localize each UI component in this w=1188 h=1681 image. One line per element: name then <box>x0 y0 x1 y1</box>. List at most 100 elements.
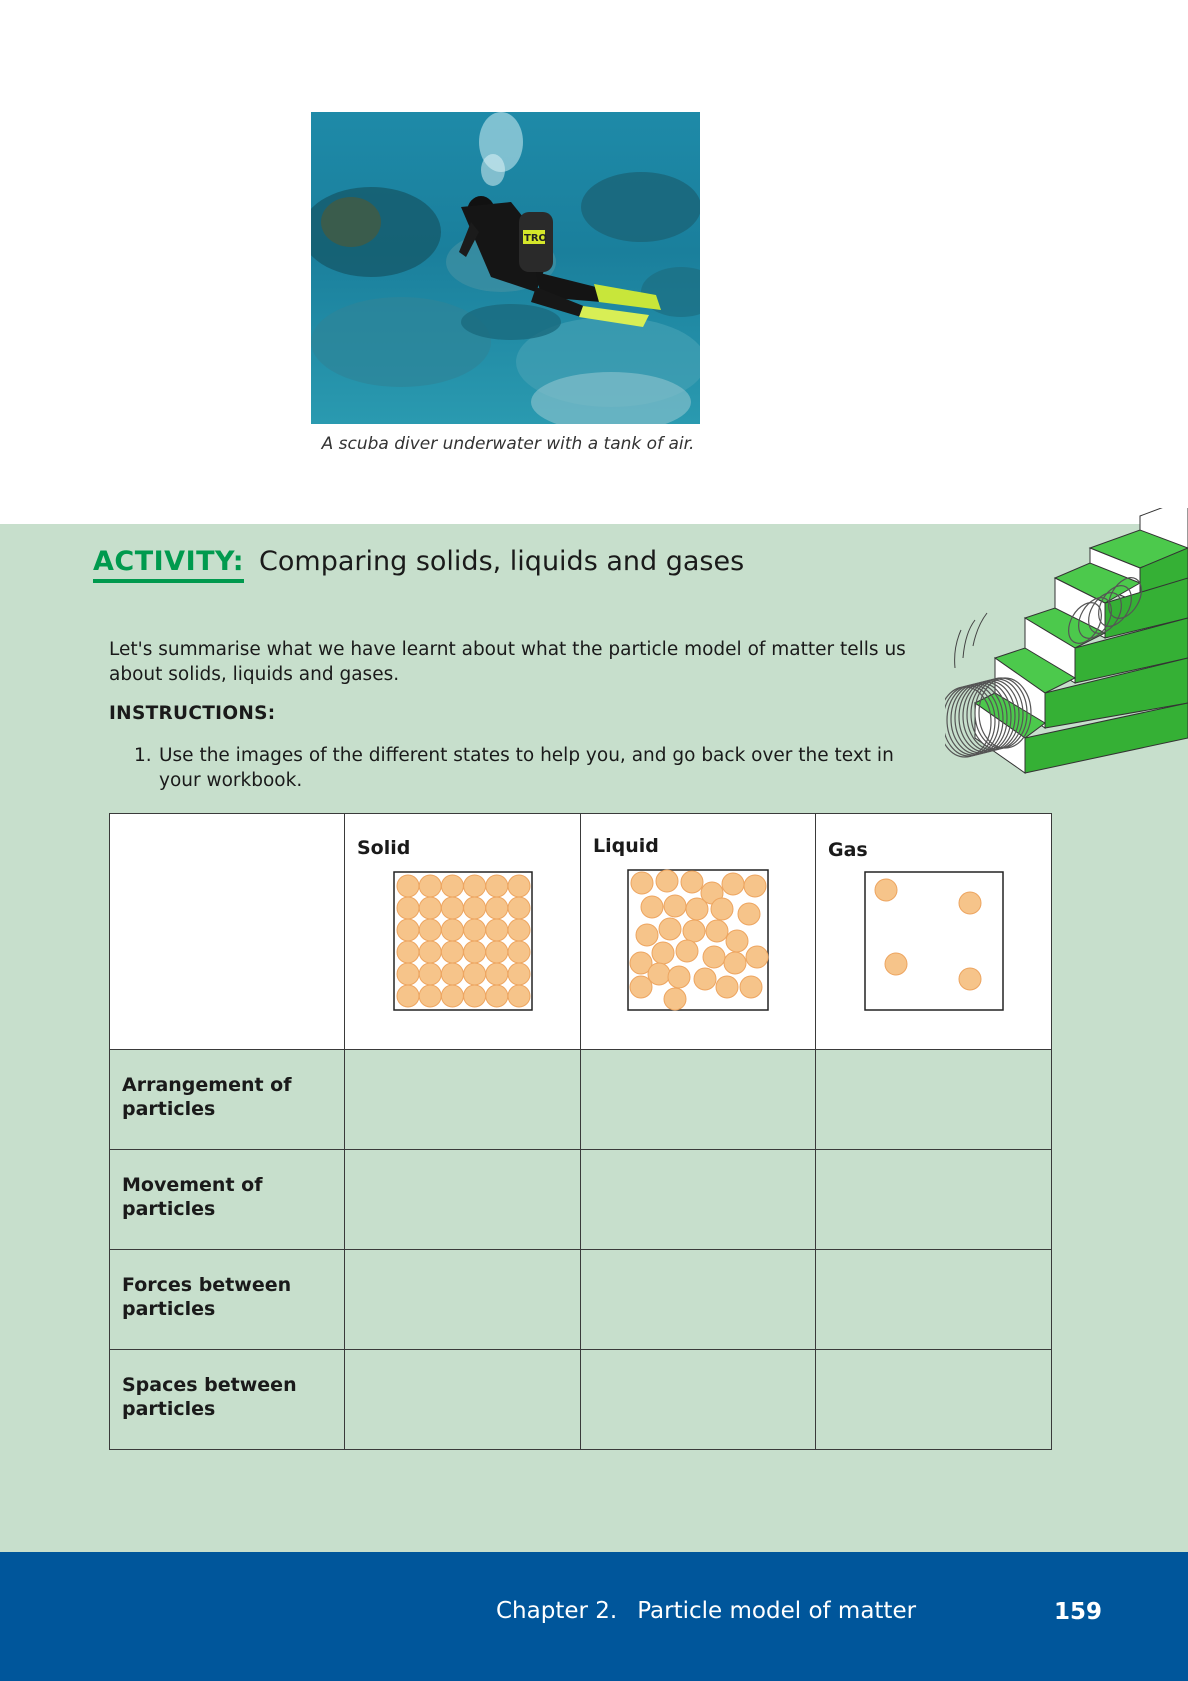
answer-cell-solid-arrangement[interactable] <box>344 1049 581 1150</box>
solid-particle <box>440 918 464 942</box>
solid-particle <box>440 874 464 898</box>
solid-particle <box>507 962 530 986</box>
solid-particle <box>396 962 419 986</box>
instructions-heading: INSTRUCTIONS: <box>109 703 276 724</box>
solid-particle <box>462 962 486 986</box>
solid-particle <box>440 940 464 964</box>
solid-particle <box>440 896 464 920</box>
table-row: Movement of particles <box>109 1149 1052 1250</box>
liquid-header-cell: Liquid <box>580 813 816 1050</box>
liquid-particle <box>682 919 706 943</box>
answer-cell-liquid-spaces[interactable] <box>580 1349 816 1450</box>
solid-particle <box>507 874 530 898</box>
footer-chapter: Chapter 2. Particle model of matter <box>496 1598 916 1624</box>
liquid-particle <box>745 945 769 969</box>
liquid-particle <box>629 975 653 999</box>
column-header-gas: Gas <box>828 839 868 861</box>
solid-particle <box>396 918 419 942</box>
activity-intro: Let's summarise what we have learnt abou… <box>109 639 906 685</box>
answer-cell-gas-arrangement[interactable] <box>815 1049 1052 1150</box>
liquid-particle <box>737 902 761 926</box>
liquid-particle <box>723 951 747 975</box>
liquid-particle <box>667 965 691 989</box>
answer-cell-liquid-forces[interactable] <box>580 1249 816 1350</box>
row-label-movement: Movement of particles <box>122 1174 263 1220</box>
liquid-particles-diagram <box>627 869 769 1011</box>
row-label-spaces: Spaces between particles <box>122 1374 297 1420</box>
answer-cell-solid-forces[interactable] <box>344 1249 581 1350</box>
liquid-particle <box>630 871 654 895</box>
liquid-particle <box>710 897 734 921</box>
solid-particle <box>484 874 508 898</box>
solid-particle <box>462 984 486 1008</box>
answer-cell-liquid-movement[interactable] <box>580 1149 816 1250</box>
solid-particles-diagram <box>392 871 533 1011</box>
solid-particle <box>507 896 530 920</box>
answer-cell-gas-spaces[interactable] <box>815 1349 1052 1450</box>
solid-particle <box>507 940 530 964</box>
solid-particle <box>418 962 442 986</box>
solid-particle <box>507 984 530 1008</box>
solid-particle <box>507 918 530 942</box>
solid-particle <box>462 940 486 964</box>
page-number: 159 <box>1054 1599 1103 1625</box>
liquid-particle <box>739 975 763 999</box>
solid-particle <box>462 918 486 942</box>
liquid-particle <box>658 917 682 941</box>
scuba-diver-photo: TRO <box>311 112 700 424</box>
gas-particle <box>958 891 981 915</box>
instruction-number: 1. <box>134 745 152 766</box>
liquid-particle <box>655 869 679 893</box>
row-label-cell: Arrangement of particles <box>109 1049 345 1150</box>
solid-particle <box>440 962 464 986</box>
solid-particle <box>462 874 486 898</box>
liquid-particle <box>635 923 659 947</box>
solid-particle <box>396 896 419 920</box>
solid-particle <box>440 984 464 1008</box>
solid-particle <box>418 984 442 1008</box>
solid-particle <box>484 962 508 986</box>
liquid-particle <box>640 895 664 919</box>
liquid-particle <box>685 897 709 921</box>
instruction-item: 1. Use the images of the different state… <box>134 743 894 793</box>
row-label-arrangement: Arrangement of particles <box>122 1074 292 1120</box>
liquid-particle <box>702 945 726 969</box>
solid-particle <box>462 896 486 920</box>
answer-cell-solid-movement[interactable] <box>344 1149 581 1250</box>
solid-particle <box>484 940 508 964</box>
table-header-row: Solid Liquid Gas <box>109 813 1052 1050</box>
solid-particle <box>396 984 419 1008</box>
activity-heading: ACTIVITY: Comparing solids, liquids and … <box>93 546 744 583</box>
row-label-cell: Spaces between particles <box>109 1349 345 1450</box>
gas-particle <box>874 878 897 902</box>
solid-header-cell: Solid <box>344 813 581 1050</box>
liquid-particle <box>725 929 749 953</box>
solid-particle <box>396 874 419 898</box>
answer-cell-solid-spaces[interactable] <box>344 1349 581 1450</box>
solid-particle <box>396 940 419 964</box>
liquid-particle <box>663 894 687 918</box>
row-label-cell: Forces between particles <box>109 1249 345 1350</box>
activity-label: ACTIVITY: <box>93 546 245 583</box>
gas-particle <box>884 952 907 976</box>
solid-particle <box>484 984 508 1008</box>
gas-particles-diagram <box>863 871 1004 1011</box>
solid-particle <box>418 918 442 942</box>
activity-title: Comparing solids, liquids and gases <box>259 546 745 577</box>
row-label-cell: Movement of particles <box>109 1149 345 1250</box>
table-corner-cell <box>109 813 345 1050</box>
photo-caption: A scuba diver underwater with a tank of … <box>321 434 695 454</box>
table-row: Spaces between particles <box>109 1349 1052 1450</box>
solid-particle <box>484 896 508 920</box>
liquid-particle <box>721 872 745 896</box>
answer-cell-gas-forces[interactable] <box>815 1249 1052 1350</box>
answer-cell-liquid-arrangement[interactable] <box>580 1049 816 1150</box>
answer-cell-gas-movement[interactable] <box>815 1149 1052 1250</box>
liquid-particle <box>680 870 704 894</box>
liquid-particle <box>743 874 767 898</box>
liquid-particle <box>693 967 717 991</box>
stairs <box>974 497 1188 774</box>
comparison-table: Solid Liquid Gas Arrangement of particle… <box>109 813 1052 1450</box>
liquid-particle <box>647 962 671 986</box>
chapter-number: Chapter 2. <box>496 1598 618 1624</box>
